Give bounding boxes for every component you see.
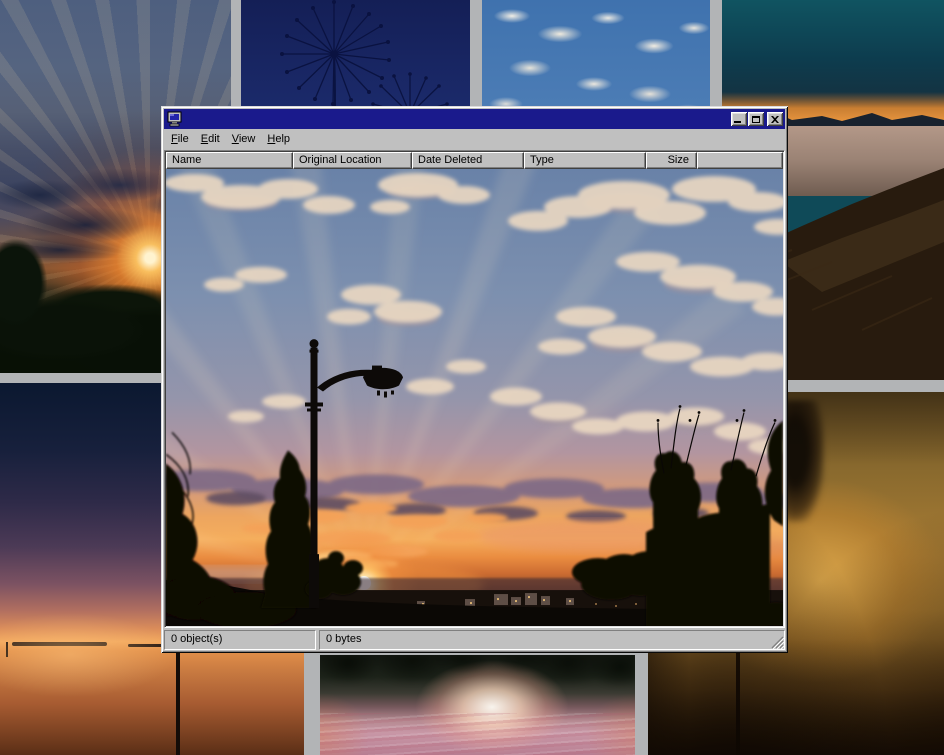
title-bar[interactable] — [164, 109, 785, 129]
column-header-row: Name Original Location Date Deleted Type… — [166, 152, 783, 169]
column-header-size[interactable]: Size — [646, 152, 697, 169]
computer-icon[interactable] — [167, 111, 183, 127]
status-bar: 0 object(s) 0 bytes — [164, 628, 785, 650]
menu-view[interactable]: View — [226, 131, 262, 148]
maximize-button[interactable] — [748, 112, 764, 126]
sunset-streetlamp-photo — [166, 169, 783, 626]
close-icon — [771, 116, 779, 123]
recycle-bin-window: File Edit View Help Name Original Locati… — [161, 106, 788, 653]
pole-silhouette — [176, 646, 180, 755]
pole-silhouette — [6, 642, 8, 657]
menu-edit[interactable]: Edit — [195, 131, 226, 148]
photo-tile-water-reflection — [320, 655, 635, 755]
menu-bar: File Edit View Help — [164, 129, 785, 149]
file-list-view[interactable]: Name Original Location Date Deleted Type… — [164, 150, 785, 628]
distant-shore — [12, 642, 107, 646]
tree-reflection — [320, 655, 635, 707]
column-header-stub[interactable] — [697, 152, 783, 169]
status-object-count: 0 object(s) — [164, 630, 316, 650]
menu-file[interactable]: File — [165, 131, 195, 148]
column-header-name[interactable]: Name — [166, 152, 293, 169]
close-button[interactable] — [767, 112, 783, 126]
minimize-button[interactable] — [731, 112, 747, 126]
menu-help[interactable]: Help — [261, 131, 296, 148]
resize-grip-icon[interactable] — [771, 636, 784, 649]
desktop: { "window": { "title": "", "window_icon"… — [0, 0, 944, 755]
pole-silhouette — [736, 642, 740, 755]
maximize-icon — [752, 116, 760, 123]
status-byte-count: 0 bytes — [319, 630, 785, 650]
minimize-icon — [734, 121, 741, 123]
column-header-type[interactable]: Type — [524, 152, 646, 169]
sunset-scene — [166, 169, 783, 626]
column-header-original-location[interactable]: Original Location — [293, 152, 412, 169]
column-header-date-deleted[interactable]: Date Deleted — [412, 152, 524, 169]
